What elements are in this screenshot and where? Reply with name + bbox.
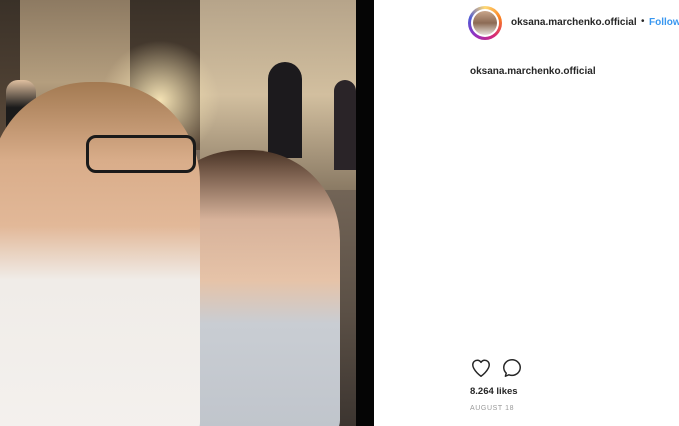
post-date: AUGUST 18 xyxy=(470,405,515,412)
caption-username[interactable]: oksana.marchenko.official xyxy=(470,66,596,77)
post-header: oksana.marchenko.official • Follow xyxy=(374,0,679,48)
photo-archway xyxy=(268,62,302,158)
photo-glasses xyxy=(86,135,196,173)
avatar[interactable] xyxy=(468,6,502,40)
likes-count[interactable]: 8.264 likes xyxy=(470,386,518,397)
photo-archway-2 xyxy=(334,80,356,170)
heart-icon[interactable] xyxy=(470,357,492,379)
author-username[interactable]: oksana.marchenko.official xyxy=(511,17,637,28)
comment-icon[interactable] xyxy=(501,357,523,379)
header-separator: • xyxy=(641,16,645,27)
post-photo[interactable] xyxy=(0,0,356,426)
follow-button[interactable]: Follow xyxy=(649,17,679,28)
post-sidebar: oksana.marchenko.official • Follow oksan… xyxy=(374,0,679,426)
post-actions xyxy=(470,357,550,379)
photo-divider xyxy=(356,0,374,426)
photo-woman xyxy=(0,82,200,426)
avatar-ring-inner xyxy=(471,9,499,37)
avatar-image xyxy=(473,11,497,35)
